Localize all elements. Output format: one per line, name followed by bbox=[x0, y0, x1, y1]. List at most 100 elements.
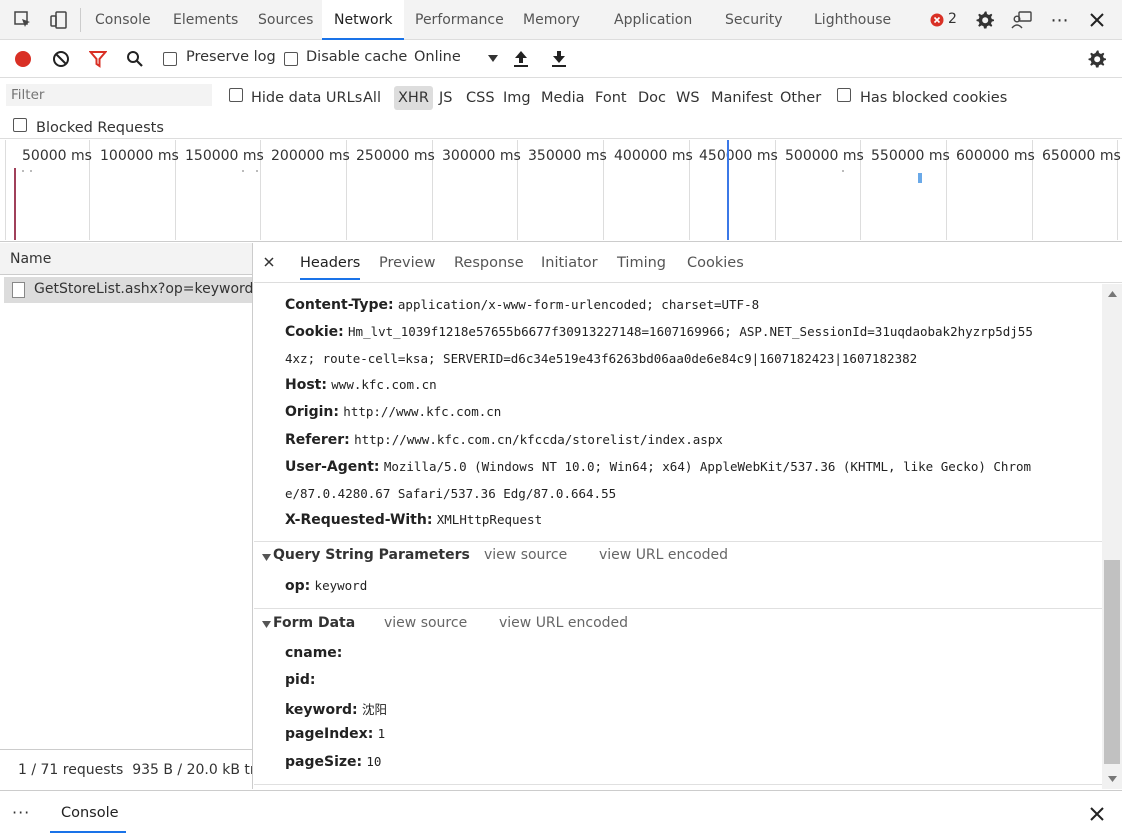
scrollbar[interactable] bbox=[1102, 284, 1122, 789]
tab-headers[interactable]: Headers bbox=[300, 255, 361, 280]
request-dot bbox=[22, 170, 24, 172]
filter-type-font[interactable]: Font bbox=[595, 86, 627, 110]
header-value: Mozilla/5.0 (Windows NT 10.0; Win64; x64… bbox=[383, 459, 1032, 474]
has-blocked-cookies-label[interactable]: Has blocked cookies bbox=[860, 86, 1007, 110]
drawer-more-icon[interactable]: ··· bbox=[12, 803, 30, 822]
section-title-form[interactable]: Form Data bbox=[273, 615, 355, 631]
view-url-encoded-link[interactable]: view URL encoded bbox=[599, 547, 728, 563]
tab-console[interactable]: Console bbox=[95, 0, 151, 40]
disable-cache-label[interactable]: Disable cache bbox=[306, 49, 407, 65]
name-header-label: Name bbox=[10, 251, 52, 267]
error-icon[interactable] bbox=[930, 13, 944, 27]
tab-network[interactable]: Network bbox=[322, 0, 405, 40]
tab-timing[interactable]: Timing bbox=[617, 255, 666, 271]
settings-gear-icon[interactable] bbox=[974, 9, 996, 31]
timeline-overview[interactable]: 50000 ms 100000 ms 150000 ms 200000 ms 2… bbox=[0, 140, 1122, 242]
triangle-down-icon[interactable] bbox=[261, 619, 271, 629]
section-title-query[interactable]: Query String Parameters bbox=[273, 547, 470, 563]
filter-type-img[interactable]: Img bbox=[503, 86, 531, 110]
tab-elements[interactable]: Elements bbox=[173, 0, 238, 40]
tab-preview[interactable]: Preview bbox=[379, 255, 435, 271]
close-details-icon[interactable] bbox=[262, 255, 276, 269]
tab-response[interactable]: Response bbox=[454, 255, 524, 271]
disable-cache-checkbox[interactable] bbox=[284, 52, 298, 66]
request-details-panel: Headers Preview Response Initiator Timin… bbox=[254, 243, 1122, 789]
timeline-label: 600000 ms bbox=[956, 148, 1035, 164]
devtools-tab-bar: Console Elements Sources Network Perform… bbox=[0, 0, 1122, 40]
filter-type-ws[interactable]: WS bbox=[676, 86, 700, 110]
close-devtools-icon[interactable] bbox=[1086, 9, 1108, 31]
header-value: www.kfc.com.cn bbox=[331, 377, 437, 392]
tab-lighthouse[interactable]: Lighthouse bbox=[814, 0, 891, 40]
drawer-tab-console[interactable]: Console bbox=[50, 797, 126, 833]
header-x-requested-with: X-Requested-With: XMLHttpRequest bbox=[285, 512, 542, 528]
form-data-section: Form Data view source view URL encoded c… bbox=[254, 609, 1102, 789]
tab-cookies[interactable]: Cookies bbox=[687, 255, 744, 271]
request-dot bbox=[242, 170, 244, 172]
header-value: http://www.kfc.com.cn/kfccda/storelist/i… bbox=[354, 432, 723, 447]
tab-initiator[interactable]: Initiator bbox=[541, 255, 598, 271]
preserve-log-checkbox[interactable] bbox=[163, 52, 177, 66]
tab-application[interactable]: Application bbox=[614, 0, 692, 40]
inspect-element-icon[interactable] bbox=[12, 9, 34, 31]
filter-type-all[interactable]: All bbox=[363, 86, 381, 110]
view-source-link[interactable]: view source bbox=[484, 547, 567, 563]
param-cname: cname: bbox=[285, 645, 342, 661]
import-har-icon[interactable] bbox=[511, 49, 531, 69]
filter-icon[interactable] bbox=[88, 49, 108, 69]
clear-icon[interactable] bbox=[51, 49, 71, 69]
filter-type-xhr[interactable]: XHR bbox=[394, 86, 433, 110]
scroll-up-arrow-icon[interactable] bbox=[1107, 290, 1117, 298]
timeline-label: 650000 ms bbox=[1042, 148, 1121, 164]
hide-data-urls-checkbox[interactable] bbox=[229, 88, 243, 102]
param-pageindex: pageIndex: 1 bbox=[285, 726, 385, 742]
error-count[interactable]: 2 bbox=[948, 11, 957, 27]
filter-type-js[interactable]: JS bbox=[439, 86, 452, 110]
blocked-requests-label[interactable]: Blocked Requests bbox=[36, 116, 164, 140]
more-options-icon[interactable]: ⋯ bbox=[1048, 9, 1072, 31]
filter-type-manifest[interactable]: Manifest bbox=[711, 86, 773, 110]
filter-type-css[interactable]: CSS bbox=[466, 86, 495, 110]
view-source-link[interactable]: view source bbox=[384, 615, 467, 631]
timeline-label: 450000 ms bbox=[699, 148, 778, 164]
request-name: GetStoreList.ashx?op=keyword bbox=[34, 281, 254, 297]
tab-sources[interactable]: Sources bbox=[258, 0, 313, 40]
filter-type-other[interactable]: Other bbox=[780, 86, 821, 110]
blocked-requests-checkbox[interactable] bbox=[13, 118, 27, 132]
triangle-down-icon[interactable] bbox=[261, 552, 271, 562]
tab-performance[interactable]: Performance bbox=[415, 0, 504, 40]
header-value: Hm_lvt_1039f1218e57655b6677f30913227148=… bbox=[348, 324, 1033, 339]
search-icon[interactable] bbox=[125, 49, 145, 69]
feedback-icon[interactable] bbox=[1010, 9, 1034, 31]
scrollbar-thumb[interactable] bbox=[1104, 560, 1120, 764]
record-icon[interactable] bbox=[13, 49, 33, 69]
tab-memory[interactable]: Memory bbox=[523, 0, 580, 40]
header-value: XMLHttpRequest bbox=[436, 512, 543, 527]
network-settings-icon[interactable] bbox=[1086, 48, 1108, 70]
divider bbox=[80, 8, 81, 32]
hide-data-urls-label[interactable]: Hide data URLs bbox=[251, 86, 362, 110]
throttling-select[interactable]: Online bbox=[412, 46, 502, 72]
tab-security[interactable]: Security bbox=[725, 0, 783, 40]
request-dot bbox=[842, 170, 844, 172]
close-drawer-icon[interactable] bbox=[1088, 805, 1106, 823]
has-blocked-cookies-checkbox[interactable] bbox=[837, 88, 851, 102]
name-column-header[interactable]: Name bbox=[0, 243, 252, 275]
filter-type-doc[interactable]: Doc bbox=[638, 86, 666, 110]
device-toolbar-icon[interactable] bbox=[48, 9, 70, 31]
param-pagesize: pageSize: 10 bbox=[285, 754, 381, 770]
filter-type-media[interactable]: Media bbox=[541, 86, 585, 110]
view-url-encoded-link[interactable]: view URL encoded bbox=[499, 615, 628, 631]
param-keyword: keyword: 沈阳 bbox=[285, 699, 387, 718]
export-har-icon[interactable] bbox=[549, 49, 569, 69]
header-user-agent: User-Agent: Mozilla/5.0 (Windows NT 10.0… bbox=[285, 459, 1031, 475]
param-value: 1 bbox=[377, 726, 386, 741]
header-value-continuation: 4xz; route-cell=ksa; SERVERID=d6c34e519e… bbox=[285, 351, 918, 366]
request-row[interactable]: GetStoreList.ashx?op=keyword bbox=[4, 277, 254, 303]
timeline-label: 500000 ms bbox=[785, 148, 864, 164]
param-key: op: bbox=[285, 578, 311, 594]
filter-input[interactable] bbox=[6, 84, 212, 106]
preserve-log-label[interactable]: Preserve log bbox=[186, 49, 276, 65]
timeline-start-line bbox=[5, 140, 6, 240]
scroll-down-arrow-icon[interactable] bbox=[1107, 775, 1117, 783]
